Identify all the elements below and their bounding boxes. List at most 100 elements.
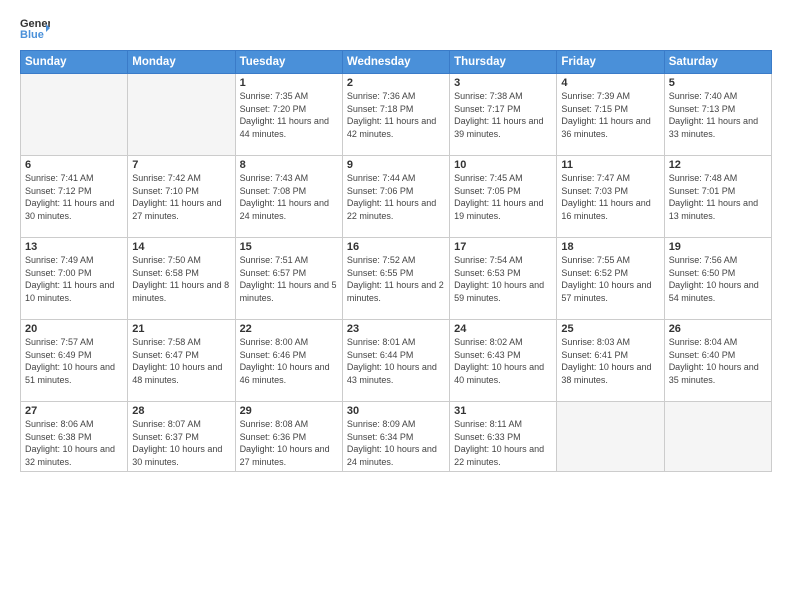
day-cell: 17Sunrise: 7:54 AM Sunset: 6:53 PM Dayli… xyxy=(450,238,557,320)
day-info: Sunrise: 8:01 AM Sunset: 6:44 PM Dayligh… xyxy=(347,336,445,386)
day-cell: 25Sunrise: 8:03 AM Sunset: 6:41 PM Dayli… xyxy=(557,320,664,402)
day-number: 27 xyxy=(25,405,123,417)
day-cell: 3Sunrise: 7:38 AM Sunset: 7:17 PM Daylig… xyxy=(450,74,557,156)
day-number: 2 xyxy=(347,77,445,89)
day-info: Sunrise: 7:50 AM Sunset: 6:58 PM Dayligh… xyxy=(132,254,230,304)
day-info: Sunrise: 7:36 AM Sunset: 7:18 PM Dayligh… xyxy=(347,90,445,140)
day-number: 14 xyxy=(132,241,230,253)
day-info: Sunrise: 7:51 AM Sunset: 6:57 PM Dayligh… xyxy=(240,254,338,304)
week-row-5: 27Sunrise: 8:06 AM Sunset: 6:38 PM Dayli… xyxy=(21,402,772,472)
day-cell xyxy=(664,402,771,472)
day-info: Sunrise: 7:57 AM Sunset: 6:49 PM Dayligh… xyxy=(25,336,123,386)
day-cell: 2Sunrise: 7:36 AM Sunset: 7:18 PM Daylig… xyxy=(342,74,449,156)
day-info: Sunrise: 7:43 AM Sunset: 7:08 PM Dayligh… xyxy=(240,172,338,222)
day-cell: 28Sunrise: 8:07 AM Sunset: 6:37 PM Dayli… xyxy=(128,402,235,472)
day-cell: 9Sunrise: 7:44 AM Sunset: 7:06 PM Daylig… xyxy=(342,156,449,238)
weekday-header-tuesday: Tuesday xyxy=(235,51,342,74)
weekday-header-sunday: Sunday xyxy=(21,51,128,74)
weekday-header-thursday: Thursday xyxy=(450,51,557,74)
day-info: Sunrise: 7:41 AM Sunset: 7:12 PM Dayligh… xyxy=(25,172,123,222)
day-cell: 20Sunrise: 7:57 AM Sunset: 6:49 PM Dayli… xyxy=(21,320,128,402)
day-cell xyxy=(21,74,128,156)
day-number: 26 xyxy=(669,323,767,335)
day-number: 10 xyxy=(454,159,552,171)
week-row-4: 20Sunrise: 7:57 AM Sunset: 6:49 PM Dayli… xyxy=(21,320,772,402)
day-cell: 5Sunrise: 7:40 AM Sunset: 7:13 PM Daylig… xyxy=(664,74,771,156)
day-number: 23 xyxy=(347,323,445,335)
day-cell: 11Sunrise: 7:47 AM Sunset: 7:03 PM Dayli… xyxy=(557,156,664,238)
day-number: 1 xyxy=(240,77,338,89)
day-info: Sunrise: 7:45 AM Sunset: 7:05 PM Dayligh… xyxy=(454,172,552,222)
day-cell: 16Sunrise: 7:52 AM Sunset: 6:55 PM Dayli… xyxy=(342,238,449,320)
week-row-3: 13Sunrise: 7:49 AM Sunset: 7:00 PM Dayli… xyxy=(21,238,772,320)
day-number: 29 xyxy=(240,405,338,417)
day-cell: 19Sunrise: 7:56 AM Sunset: 6:50 PM Dayli… xyxy=(664,238,771,320)
day-cell: 31Sunrise: 8:11 AM Sunset: 6:33 PM Dayli… xyxy=(450,402,557,472)
day-cell: 10Sunrise: 7:45 AM Sunset: 7:05 PM Dayli… xyxy=(450,156,557,238)
day-info: Sunrise: 7:47 AM Sunset: 7:03 PM Dayligh… xyxy=(561,172,659,222)
day-number: 16 xyxy=(347,241,445,253)
day-info: Sunrise: 7:49 AM Sunset: 7:00 PM Dayligh… xyxy=(25,254,123,304)
day-number: 18 xyxy=(561,241,659,253)
day-number: 28 xyxy=(132,405,230,417)
day-number: 6 xyxy=(25,159,123,171)
day-cell: 26Sunrise: 8:04 AM Sunset: 6:40 PM Dayli… xyxy=(664,320,771,402)
day-info: Sunrise: 7:58 AM Sunset: 6:47 PM Dayligh… xyxy=(132,336,230,386)
calendar-table: SundayMondayTuesdayWednesdayThursdayFrid… xyxy=(20,50,772,472)
day-info: Sunrise: 7:44 AM Sunset: 7:06 PM Dayligh… xyxy=(347,172,445,222)
weekday-header-row: SundayMondayTuesdayWednesdayThursdayFrid… xyxy=(21,51,772,74)
day-number: 17 xyxy=(454,241,552,253)
day-info: Sunrise: 8:08 AM Sunset: 6:36 PM Dayligh… xyxy=(240,418,338,468)
day-info: Sunrise: 7:52 AM Sunset: 6:55 PM Dayligh… xyxy=(347,254,445,304)
day-info: Sunrise: 7:39 AM Sunset: 7:15 PM Dayligh… xyxy=(561,90,659,140)
weekday-header-monday: Monday xyxy=(128,51,235,74)
day-info: Sunrise: 8:09 AM Sunset: 6:34 PM Dayligh… xyxy=(347,418,445,468)
weekday-header-wednesday: Wednesday xyxy=(342,51,449,74)
day-number: 25 xyxy=(561,323,659,335)
day-info: Sunrise: 8:04 AM Sunset: 6:40 PM Dayligh… xyxy=(669,336,767,386)
day-cell: 22Sunrise: 8:00 AM Sunset: 6:46 PM Dayli… xyxy=(235,320,342,402)
day-info: Sunrise: 7:55 AM Sunset: 6:52 PM Dayligh… xyxy=(561,254,659,304)
day-cell: 15Sunrise: 7:51 AM Sunset: 6:57 PM Dayli… xyxy=(235,238,342,320)
day-cell: 18Sunrise: 7:55 AM Sunset: 6:52 PM Dayli… xyxy=(557,238,664,320)
week-row-2: 6Sunrise: 7:41 AM Sunset: 7:12 PM Daylig… xyxy=(21,156,772,238)
day-cell: 21Sunrise: 7:58 AM Sunset: 6:47 PM Dayli… xyxy=(128,320,235,402)
day-number: 19 xyxy=(669,241,767,253)
day-number: 7 xyxy=(132,159,230,171)
day-cell: 23Sunrise: 8:01 AM Sunset: 6:44 PM Dayli… xyxy=(342,320,449,402)
day-cell: 27Sunrise: 8:06 AM Sunset: 6:38 PM Dayli… xyxy=(21,402,128,472)
day-number: 13 xyxy=(25,241,123,253)
day-number: 12 xyxy=(669,159,767,171)
week-row-1: 1Sunrise: 7:35 AM Sunset: 7:20 PM Daylig… xyxy=(21,74,772,156)
day-cell: 24Sunrise: 8:02 AM Sunset: 6:43 PM Dayli… xyxy=(450,320,557,402)
day-info: Sunrise: 7:42 AM Sunset: 7:10 PM Dayligh… xyxy=(132,172,230,222)
svg-text:Blue: Blue xyxy=(20,29,44,40)
day-cell: 14Sunrise: 7:50 AM Sunset: 6:58 PM Dayli… xyxy=(128,238,235,320)
day-info: Sunrise: 8:03 AM Sunset: 6:41 PM Dayligh… xyxy=(561,336,659,386)
day-cell: 6Sunrise: 7:41 AM Sunset: 7:12 PM Daylig… xyxy=(21,156,128,238)
day-info: Sunrise: 7:48 AM Sunset: 7:01 PM Dayligh… xyxy=(669,172,767,222)
day-number: 9 xyxy=(347,159,445,171)
day-number: 20 xyxy=(25,323,123,335)
day-info: Sunrise: 7:38 AM Sunset: 7:17 PM Dayligh… xyxy=(454,90,552,140)
day-cell: 30Sunrise: 8:09 AM Sunset: 6:34 PM Dayli… xyxy=(342,402,449,472)
day-info: Sunrise: 8:11 AM Sunset: 6:33 PM Dayligh… xyxy=(454,418,552,468)
day-cell: 8Sunrise: 7:43 AM Sunset: 7:08 PM Daylig… xyxy=(235,156,342,238)
day-cell xyxy=(128,74,235,156)
day-number: 30 xyxy=(347,405,445,417)
page: General Blue SundayMondayTuesdayWednesda… xyxy=(0,0,792,612)
day-number: 3 xyxy=(454,77,552,89)
day-info: Sunrise: 8:07 AM Sunset: 6:37 PM Dayligh… xyxy=(132,418,230,468)
day-number: 21 xyxy=(132,323,230,335)
weekday-header-saturday: Saturday xyxy=(664,51,771,74)
day-number: 8 xyxy=(240,159,338,171)
day-number: 4 xyxy=(561,77,659,89)
day-cell: 7Sunrise: 7:42 AM Sunset: 7:10 PM Daylig… xyxy=(128,156,235,238)
day-cell: 29Sunrise: 8:08 AM Sunset: 6:36 PM Dayli… xyxy=(235,402,342,472)
day-cell: 13Sunrise: 7:49 AM Sunset: 7:00 PM Dayli… xyxy=(21,238,128,320)
day-number: 31 xyxy=(454,405,552,417)
day-number: 11 xyxy=(561,159,659,171)
day-number: 24 xyxy=(454,323,552,335)
logo: General Blue xyxy=(20,16,50,40)
day-info: Sunrise: 7:35 AM Sunset: 7:20 PM Dayligh… xyxy=(240,90,338,140)
